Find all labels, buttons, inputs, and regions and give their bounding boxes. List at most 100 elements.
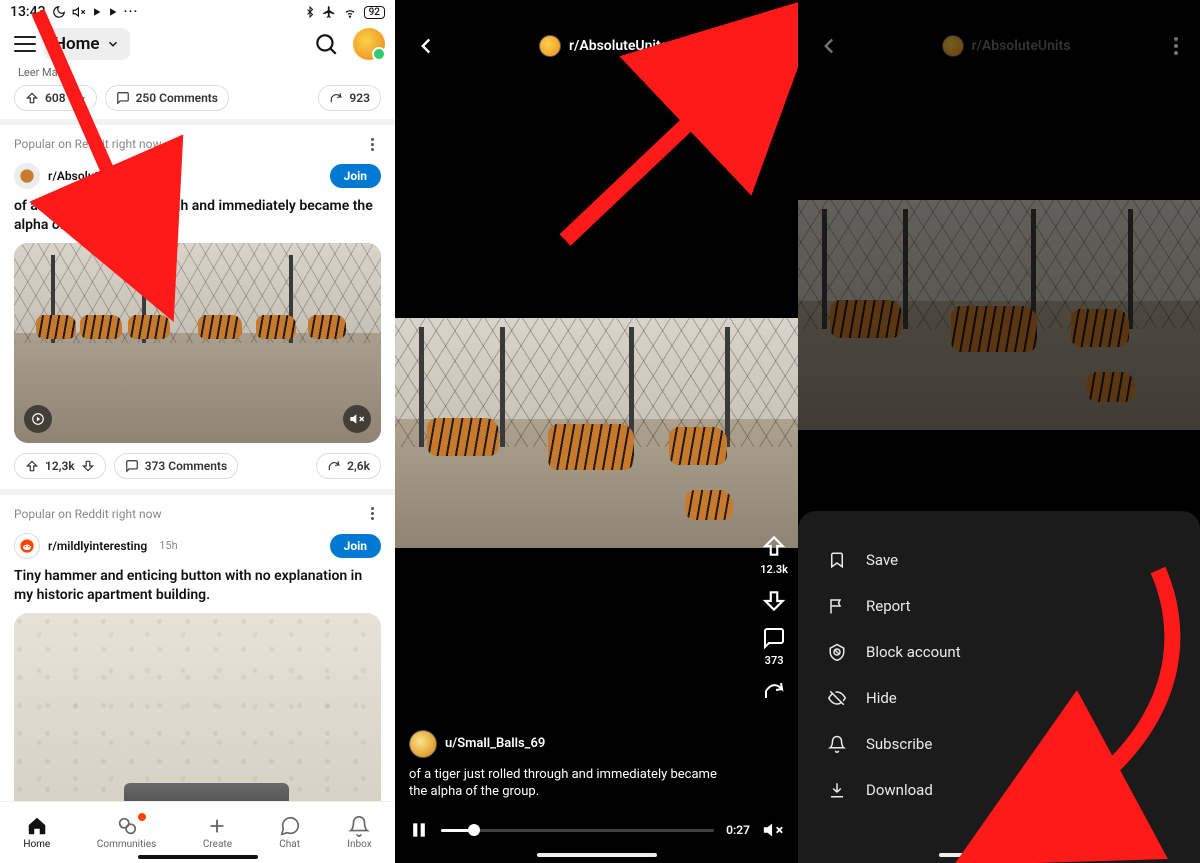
share-button[interactable]: 923: [318, 85, 381, 111]
ellipsis-icon: ···: [124, 4, 139, 20]
downvote-button[interactable]: [761, 588, 787, 614]
annotation-arrow: [545, 40, 798, 260]
comment-icon: [125, 459, 139, 473]
home-indicator: [939, 853, 1059, 857]
nav-label: Home: [23, 839, 50, 850]
section-header: Popular on Reddit right now: [0, 495, 395, 527]
panel-feed: 13:43 ··· 92 Home: [0, 0, 395, 863]
section-label: Popular on Reddit right now: [14, 137, 161, 151]
post-tiger[interactable]: r/AbsoluteUnits Join of a tiger just rol…: [0, 157, 395, 489]
profile-avatar[interactable]: [353, 28, 385, 60]
post-video-thumbnail[interactable]: [14, 243, 381, 443]
home-icon: [26, 815, 48, 837]
downvote-icon[interactable]: [81, 459, 95, 473]
bottom-nav: Home Communities Create Chat Inbox: [0, 801, 395, 863]
mute-toggle-button[interactable]: [343, 405, 371, 433]
sheet-save[interactable]: Save: [822, 537, 1176, 583]
nav-inbox[interactable]: Inbox: [347, 815, 371, 850]
wifi-icon: [342, 5, 358, 19]
post-title[interactable]: of a tiger just rolled through and immed…: [14, 189, 381, 243]
video-side-actions: 12.3k 373: [760, 533, 788, 703]
post-image[interactable]: [14, 613, 381, 801]
seek-bar[interactable]: [441, 829, 714, 832]
sheet-label: Hide: [866, 689, 897, 707]
nav-home[interactable]: Home: [23, 815, 50, 850]
mute-icon: [72, 5, 86, 19]
download-icon: [828, 781, 846, 799]
airplane-icon: [322, 5, 336, 19]
chevron-down-icon: [106, 37, 120, 51]
sheet-label: Download: [866, 781, 933, 799]
read-more-link[interactable]: Leer Más >: [14, 66, 381, 85]
pause-button[interactable]: [409, 820, 429, 840]
nav-create[interactable]: Create: [203, 815, 232, 850]
post-title[interactable]: Tiny hammer and enticing button with no …: [14, 559, 381, 613]
username: u/Small_Balls_69: [445, 736, 545, 751]
subreddit-link: r/AbsoluteUnits: [942, 35, 1071, 57]
back-button[interactable]: [413, 33, 439, 59]
video-surface[interactable]: [395, 318, 798, 548]
share-count: 923: [349, 91, 370, 105]
upvote-button[interactable]: 12,3k: [14, 453, 106, 479]
upvote-button[interactable]: 608: [14, 85, 97, 111]
topbar: Home: [0, 20, 395, 66]
upvote-icon: [25, 91, 39, 105]
status-bar: 13:43 ··· 92: [0, 0, 395, 20]
comments-count: 373 Comments: [145, 459, 227, 473]
post-hammer[interactable]: r/mildlyinteresting 15h Join Tiny hammer…: [0, 527, 395, 801]
feed-dropdown[interactable]: Home: [44, 28, 130, 60]
comments-button[interactable]: 373 Comments: [114, 453, 238, 479]
user-link[interactable]: u/Small_Balls_69: [409, 730, 728, 758]
overflow-menu-button[interactable]: [1170, 33, 1182, 59]
share-button[interactable]: 2,6k: [316, 453, 381, 479]
battery-indicator: 92: [364, 6, 385, 19]
user-avatar: [409, 730, 437, 758]
share-icon: [329, 91, 343, 105]
comments-count: 250 Comments: [136, 91, 218, 105]
section-overflow-button[interactable]: [363, 505, 381, 523]
subreddit-link[interactable]: r/mildlyinteresting: [48, 539, 147, 553]
video-topbar: r/AbsoluteUnits: [798, 0, 1200, 68]
share-icon: [327, 459, 341, 473]
subreddit-link[interactable]: r/AbsoluteUnits: [48, 169, 133, 183]
upvote-button[interactable]: 12.3k: [760, 533, 788, 576]
subreddit-icon: [539, 35, 561, 57]
nav-chat[interactable]: Chat: [279, 815, 301, 850]
chat-icon: [279, 815, 301, 837]
sheet-subscribe[interactable]: Subscribe: [822, 721, 1176, 767]
sheet-report[interactable]: Report: [822, 583, 1176, 629]
play-icon: [108, 7, 118, 17]
downvote-icon[interactable]: [72, 91, 86, 105]
sheet-label: Block account: [866, 643, 961, 661]
comments-button[interactable]: 250 Comments: [105, 85, 229, 111]
comment-icon: [762, 626, 786, 650]
nav-communities[interactable]: Communities: [97, 815, 156, 850]
join-button[interactable]: Join: [330, 534, 381, 558]
section-overflow-button[interactable]: [363, 135, 381, 153]
share-button[interactable]: [762, 679, 786, 703]
subreddit-link[interactable]: r/AbsoluteUnits: [539, 35, 668, 57]
moon-icon: [52, 5, 66, 19]
video-badge-icon: [24, 405, 52, 433]
bluetooth-icon: [304, 5, 316, 19]
bell-icon: [828, 735, 846, 753]
subreddit-icon[interactable]: [14, 163, 40, 189]
comments-button[interactable]: 373: [762, 626, 786, 667]
player-controls: 0:27: [409, 819, 784, 841]
sheet-download[interactable]: Download: [822, 767, 1176, 813]
overflow-menu-button[interactable]: [768, 33, 780, 59]
sheet-hide[interactable]: Hide: [822, 675, 1176, 721]
sheet-block[interactable]: Block account: [822, 629, 1176, 675]
back-button[interactable]: [816, 33, 842, 59]
mute-button[interactable]: [762, 819, 784, 841]
video-topbar: r/AbsoluteUnits: [395, 0, 798, 68]
nav-label: Communities: [97, 839, 156, 850]
menu-button[interactable]: [10, 30, 40, 58]
join-button[interactable]: Join: [330, 164, 381, 188]
search-button[interactable]: [313, 31, 339, 57]
previous-post-footer: Leer Más > 608 250 Comments 923: [0, 66, 395, 119]
vote-score: 12.3k: [760, 563, 788, 576]
play-icon: [92, 7, 102, 17]
subreddit-icon[interactable]: [14, 533, 40, 559]
feed-scroll[interactable]: 13:43 ··· 92 Home: [0, 0, 395, 801]
